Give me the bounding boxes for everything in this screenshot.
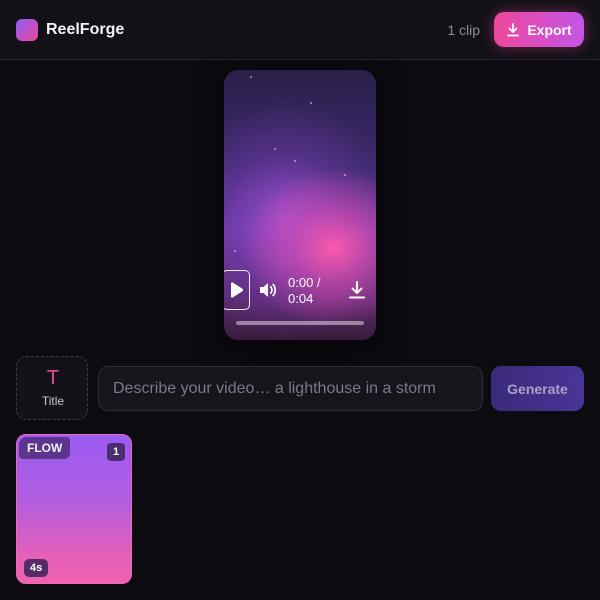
app-title: ReelForge [46,21,125,38]
download-icon [507,22,520,36]
play-icon [231,282,244,298]
top-bar: ReelForge 1 clip Export [0,0,600,60]
time-display: 0:00 / 0:04 [288,275,321,306]
clip-count: 1 clip [447,22,480,38]
clip-duration-badge: 4s [24,559,49,577]
clip-card[interactable]: FLOW 1 4s [16,434,132,584]
export-button[interactable]: Export [494,12,584,47]
star [310,102,312,104]
clip-index-badge: 1 [107,443,125,461]
add-title-button[interactable]: T Title [16,356,88,420]
download-icon[interactable] [347,280,367,300]
text-icon: T [46,367,60,389]
video-controls: 0:00 / 0:04 [224,270,376,310]
star [274,148,276,150]
video-progress-bar[interactable] [236,321,364,325]
video-preview[interactable]: 0:00 / 0:04 [224,70,376,340]
clip-type-badge: FLOW [19,437,71,459]
prompt-input[interactable] [98,366,483,411]
title-label: Title [41,394,65,408]
star [250,76,252,78]
app-logo-icon [16,19,38,41]
volume-icon[interactable] [258,280,278,300]
export-label: Export [527,21,572,38]
star [294,160,296,162]
generate-button[interactable]: Generate [491,366,584,411]
play-button[interactable] [224,270,250,310]
star [234,250,236,252]
star [344,174,346,176]
